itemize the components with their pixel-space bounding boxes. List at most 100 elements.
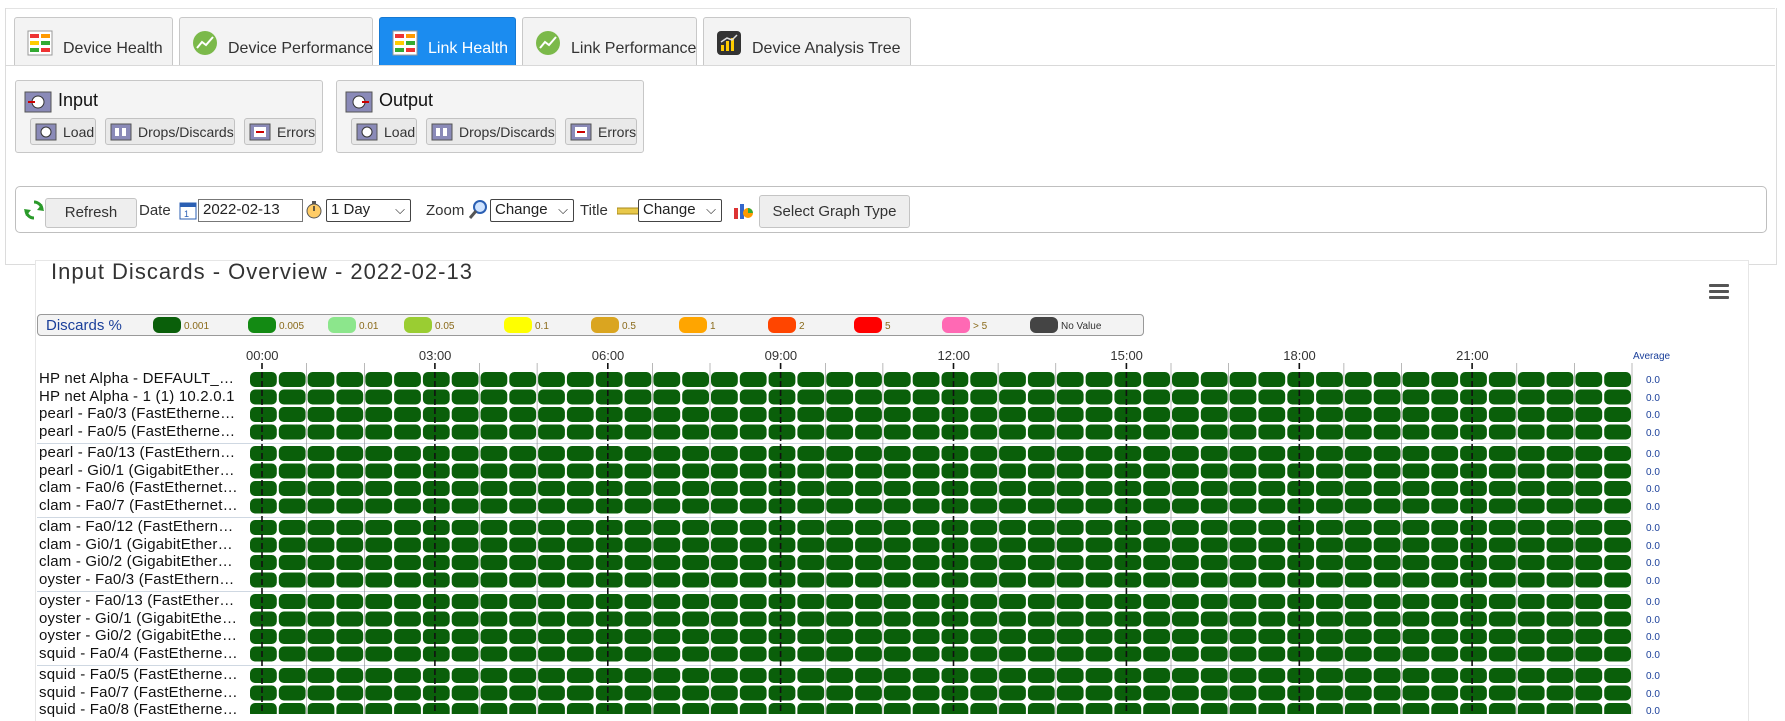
button-label: Load: [384, 124, 416, 140]
row-label[interactable]: squid - Fa0/4 (FastEthernet0/4): [39, 645, 239, 662]
input-port-icon: [24, 91, 52, 113]
output-drops-discards-button[interactable]: Drops/Discards: [426, 118, 556, 145]
legend-swatch: [679, 317, 707, 333]
legend-swatch: [153, 317, 181, 333]
time-tick-label: 09:00: [764, 348, 798, 363]
input-group: Input Load Drops/Discards Errors: [15, 80, 323, 153]
date-label: Date: [139, 202, 171, 219]
tab-label: Device Health: [63, 40, 163, 57]
chart-legend: Discards % 0.001 0.005 0.01 0.05 0.1 0.5 1 2 5 > …: [37, 314, 1144, 336]
refresh-icon[interactable]: [23, 199, 45, 221]
row-average: 0.0: [1646, 410, 1660, 421]
calendar-icon[interactable]: 1: [179, 200, 197, 220]
row-average: 0.0: [1646, 575, 1660, 587]
tab-label: Link Health: [428, 40, 509, 57]
load-icon: [356, 123, 378, 141]
performance-chart-icon: [536, 31, 560, 55]
select-graph-type-button[interactable]: Select Graph Type: [759, 195, 910, 228]
stopwatch-icon: [306, 201, 322, 219]
row-average: 0.0: [1646, 484, 1660, 495]
zoom-select-value: Change: [495, 201, 548, 218]
tab-device-performance[interactable]: Device Performance: [179, 17, 373, 65]
tab-link-performance[interactable]: Link Performance: [522, 17, 697, 65]
chevron-down-icon: ⌵: [706, 202, 716, 217]
row-label[interactable]: oyster - Gi0/2 (GigabitEthernet0/2): [39, 627, 239, 644]
chart-menu-icon[interactable]: [1709, 284, 1729, 300]
legend-label: 0.01: [359, 321, 379, 332]
legend-title: Discards %: [46, 317, 122, 334]
legend-swatch: [504, 317, 532, 333]
legend-label: 2: [799, 321, 805, 332]
row-label[interactable]: HP net Alpha - DEFAULT_VLAN: [39, 370, 239, 387]
graph-toolbar: Refresh Date 1 2022-02-13 1 Day ⌵ Zoom C…: [15, 186, 1767, 233]
row-label[interactable]: oyster - Fa0/3 (FastEthernet0/3): [39, 571, 239, 588]
row-label[interactable]: pearl - Fa0/3 (FastEthernet0/3): [39, 405, 239, 422]
row-average: 0.0: [1646, 392, 1660, 404]
tab-device-health[interactable]: Device Health: [14, 17, 173, 65]
row-average: 0.0: [1646, 597, 1660, 608]
output-load-button[interactable]: Load: [351, 118, 417, 145]
row-label[interactable]: squid - Fa0/8 (FastEthernet0/8): [39, 701, 239, 718]
row-label[interactable]: oyster - Gi0/1 (GigabitEthernet0/1): [39, 610, 239, 627]
row-label[interactable]: clam - Gi0/2 (GigabitEthernet0/2): [39, 553, 239, 570]
row-average: 0.0: [1646, 706, 1660, 717]
title-select[interactable]: Change ⌵: [638, 199, 722, 222]
row-label[interactable]: clam - Gi0/1 (GigabitEthernet0/1): [39, 536, 239, 553]
input-group-title: Input: [58, 90, 99, 110]
button-label: Errors: [598, 124, 637, 140]
legend-label: > 5: [973, 321, 988, 332]
row-label[interactable]: clam - Fa0/12 (FastEthernet0/12): [39, 518, 239, 535]
output-errors-button[interactable]: Errors: [565, 118, 637, 145]
time-tick-label: 03:00: [418, 348, 452, 363]
row-label[interactable]: clam - Fa0/7 (FastEthernet0/7): [39, 497, 239, 514]
legend-swatch: [591, 317, 619, 333]
tab-underline: [5, 65, 1775, 66]
discards-icon: [110, 123, 132, 141]
chart-title: Input Discards - Overview - 2022-02-13: [51, 259, 473, 284]
time-tick-label: 12:00: [937, 348, 971, 363]
zoom-select[interactable]: Change ⌵: [490, 199, 574, 222]
tab-label: Device Analysis Tree: [752, 40, 901, 57]
legend-label: 0.001: [184, 321, 210, 332]
time-tick-label: 06:00: [591, 348, 625, 363]
period-select[interactable]: 1 Day ⌵: [326, 199, 411, 222]
row-average: 0.0: [1646, 449, 1660, 460]
discards-icon: [431, 123, 453, 141]
tab-link-health[interactable]: Link Health: [379, 17, 516, 65]
legend-swatch: [1030, 317, 1058, 333]
row-group-separator: [37, 591, 1630, 592]
row-label[interactable]: pearl - Fa0/13 (FastEthernet0/13): [39, 444, 239, 461]
row-group-separator: [37, 517, 1630, 518]
date-input[interactable]: 2022-02-13: [198, 199, 303, 222]
input-load-button[interactable]: Load: [30, 118, 96, 145]
row-label[interactable]: clam - Fa0/6 (FastEthernet0/6): [39, 479, 239, 496]
row-label[interactable]: HP net Alpha - 1 (1) 10.2.0.1: [39, 388, 239, 405]
input-drops-discards-button[interactable]: Drops/Discards: [105, 118, 235, 145]
period-select-value: 1 Day: [331, 201, 371, 218]
row-label[interactable]: pearl - Fa0/5 (FastEthernet0/5): [39, 423, 239, 440]
legend-swatch: [768, 317, 796, 333]
row-label[interactable]: squid - Fa0/5 (FastEthernet0/5): [39, 666, 239, 683]
row-average: 0.0: [1646, 540, 1660, 552]
input-errors-button[interactable]: Errors: [244, 118, 316, 145]
output-port-icon: [345, 91, 373, 113]
errors-icon: [570, 123, 592, 141]
row-average: 0.0: [1646, 671, 1660, 682]
legend-label: 0.005: [279, 321, 305, 332]
row-average: 0.0: [1646, 649, 1660, 661]
row-label[interactable]: pearl - Gi0/1 (GigabitEthernet0/1): [39, 462, 239, 479]
output-group: Output Load Drops/Discards Errors: [336, 80, 644, 153]
refresh-button[interactable]: Refresh: [45, 198, 137, 228]
legend-label: 0.5: [622, 321, 636, 332]
time-tick-label: 18:00: [1283, 348, 1316, 363]
row-label[interactable]: oyster - Fa0/13 (FastEthernet0/13): [39, 592, 239, 609]
graph-type-icon: [734, 204, 753, 219]
tab-label: Link Performance: [571, 40, 697, 57]
output-group-title: Output: [379, 90, 434, 110]
svg-text:1: 1: [184, 209, 189, 219]
row-group-separator: [37, 665, 1630, 666]
tab-label: Device Performance: [228, 40, 373, 57]
errors-icon: [249, 123, 271, 141]
tab-device-analysis-tree[interactable]: Device Analysis Tree: [703, 17, 911, 65]
row-label[interactable]: squid - Fa0/7 (FastEthernet0/7): [39, 684, 239, 701]
